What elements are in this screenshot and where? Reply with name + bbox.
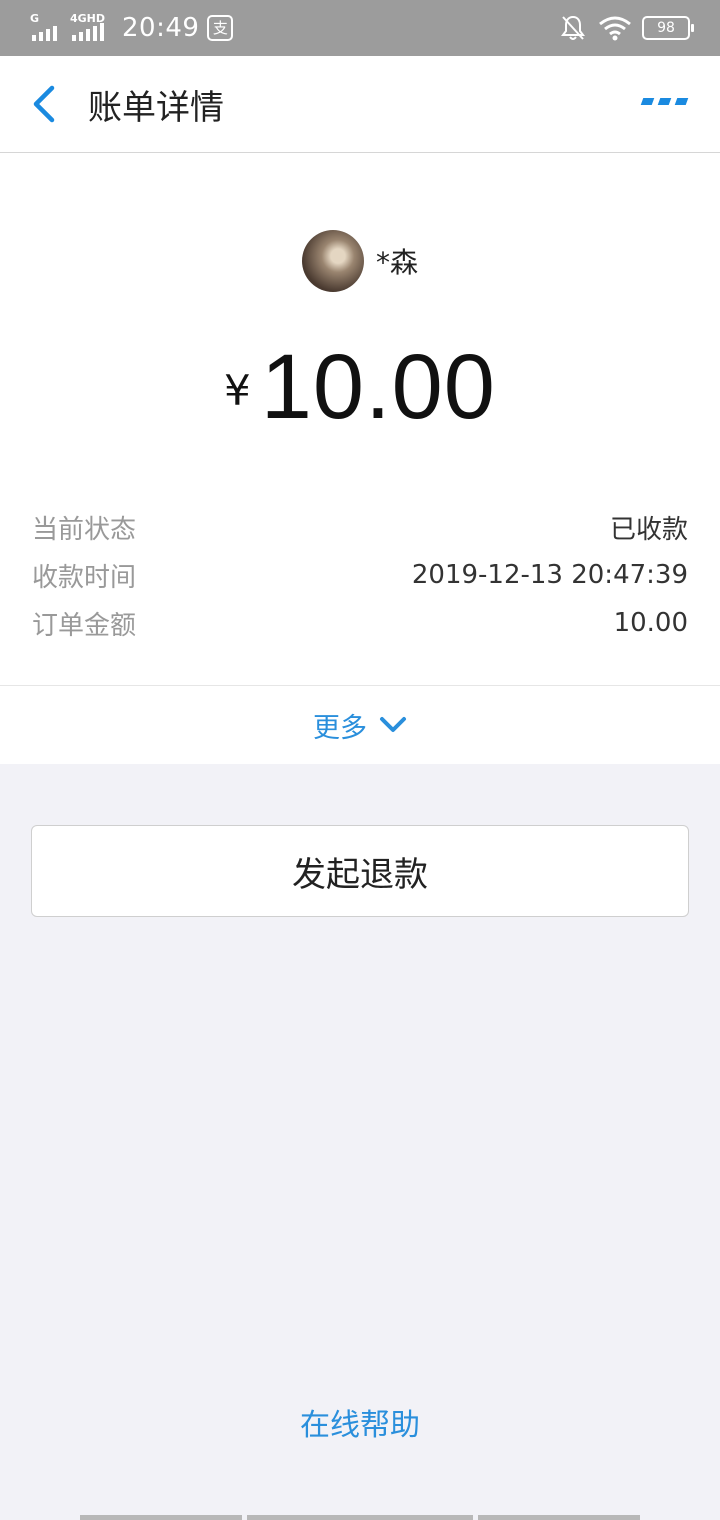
gesture-bar-center[interactable]	[247, 1515, 473, 1520]
payer-info: *森	[0, 230, 720, 292]
status-bar: G 4GHD 20:49 支 98	[0, 0, 720, 56]
currency-symbol: ¥	[224, 366, 251, 415]
more-toggle-button[interactable]: 更多	[0, 686, 720, 764]
amount-display: ¥ 10.00	[0, 335, 720, 440]
network-type-label: G	[30, 12, 40, 25]
back-arrow-icon[interactable]	[28, 84, 62, 124]
status-time: 20:49	[122, 13, 200, 43]
detail-row-order-amount: 订单金额 10.00	[32, 599, 688, 647]
online-help-link[interactable]: 在线帮助	[0, 1400, 720, 1444]
refund-button[interactable]: 发起退款	[31, 825, 689, 917]
battery-level: 98	[657, 20, 675, 36]
signal-icon-sim1: G	[30, 12, 64, 41]
detail-value: 10.00	[613, 608, 688, 638]
detail-value: 2019-12-13 20:47:39	[411, 560, 688, 590]
more-toggle-label: 更多	[313, 712, 367, 744]
chevron-down-icon	[380, 717, 406, 732]
payer-name: *森	[375, 246, 418, 279]
nav-bar: 账单详情	[0, 56, 720, 153]
bell-off-icon	[561, 15, 585, 40]
detail-row-status: 当前状态 已收款	[32, 503, 688, 551]
battery-icon: 98	[642, 16, 694, 40]
detail-value: 已收款	[609, 514, 688, 545]
gesture-bar-right[interactable]	[478, 1515, 640, 1520]
gesture-bar-left[interactable]	[80, 1515, 242, 1520]
detail-label: 收款时间	[32, 562, 137, 593]
detail-list: 当前状态 已收款 收款时间 2019-12-13 20:47:39 订单金额 1…	[32, 503, 688, 647]
detail-label: 当前状态	[32, 514, 137, 545]
wifi-icon	[599, 16, 631, 41]
bill-detail-card: *森 ¥ 10.00 当前状态 已收款 收款时间 2019-12-13 20:4…	[0, 153, 720, 764]
amount-value: 10.00	[260, 336, 496, 438]
page-title: 账单详情	[88, 88, 224, 128]
signal-icon-sim2: 4GHD	[70, 13, 110, 41]
more-options-icon[interactable]	[640, 98, 689, 110]
detail-row-time: 收款时间 2019-12-13 20:47:39	[32, 551, 688, 599]
detail-label: 订单金额	[32, 610, 137, 641]
alipay-notification-icon: 支	[207, 15, 234, 41]
avatar	[301, 230, 364, 292]
